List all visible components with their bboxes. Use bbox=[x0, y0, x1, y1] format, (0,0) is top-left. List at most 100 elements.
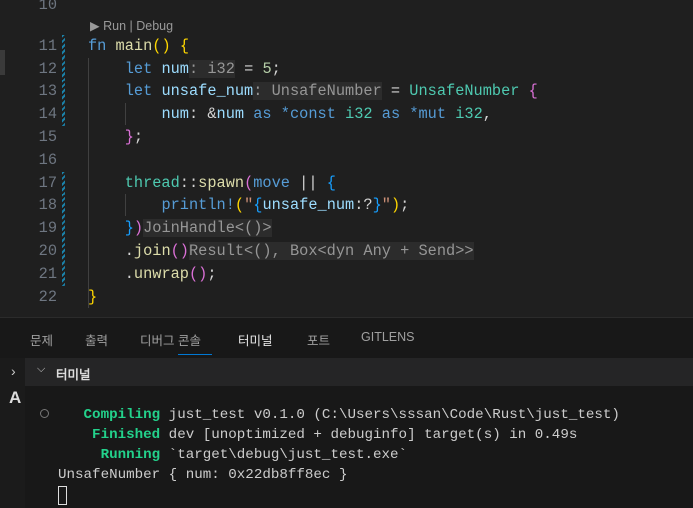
code-line[interactable]: 20 .join()Result<(), Box<dyn Any + Send>… bbox=[0, 240, 693, 263]
code-text: } bbox=[88, 286, 97, 309]
code-text: num: &num as *const i32 as *mut i32, bbox=[88, 103, 492, 126]
line-number: 20 bbox=[38, 242, 57, 260]
code-text: })JoinHandle<()> bbox=[88, 217, 272, 240]
code-line[interactable]: 17 thread::spawn(move || { bbox=[0, 172, 693, 195]
line-number: 13 bbox=[38, 82, 57, 100]
terminal-text: just_test v0.1.0 (C:\Users\sssan\Code\Ru… bbox=[160, 407, 620, 423]
code-line[interactable]: 14 num: &num as *const i32 as *mut i32, bbox=[0, 103, 693, 126]
bottom-panel: 문제 출력 디버그 콘솔 터미널 포트 GITLENS › A ⌵ 터미널 Compili… bbox=[0, 317, 693, 508]
code-token: *const bbox=[280, 105, 346, 123]
code-token: { bbox=[326, 174, 336, 192]
panel-tab[interactable]: GITLENS bbox=[361, 330, 415, 344]
azure-icon[interactable]: A bbox=[9, 388, 21, 408]
code-token: i32 bbox=[345, 105, 373, 123]
codelens-separator: | bbox=[126, 19, 137, 33]
line-number: 12 bbox=[38, 60, 57, 78]
code-line[interactable]: 15 }; bbox=[0, 126, 693, 149]
modified-gutter-marker bbox=[62, 217, 65, 240]
code-token: } bbox=[88, 288, 98, 306]
code-line[interactable]: 11 fn main() { bbox=[0, 35, 693, 58]
code-token: 5 bbox=[262, 60, 272, 78]
terminal-line: UnsafeNumber { num: 0x22db8ff8ec } bbox=[58, 465, 347, 485]
codelens-debug[interactable]: Debug bbox=[136, 19, 173, 33]
code-token: move bbox=[253, 174, 300, 192]
panel-tab[interactable]: 터미널 bbox=[238, 330, 273, 349]
modified-gutter-marker bbox=[62, 35, 65, 58]
code-token: ; bbox=[400, 196, 410, 214]
terminal-text: `target\debug\just_test.exe` bbox=[160, 447, 408, 463]
code-token: ( bbox=[234, 196, 245, 214]
terminal-output[interactable]: Compiling just_test v0.1.0 (C:\Users\sss… bbox=[25, 386, 693, 508]
code-text: let num: i32 = 5; bbox=[88, 58, 281, 81]
line-number: 19 bbox=[38, 219, 57, 237]
code-token: } bbox=[372, 196, 382, 214]
code-line[interactable]: 22} bbox=[0, 286, 693, 309]
terminal-text: UnsafeNumber { num: 0x22db8ff8ec } bbox=[58, 467, 348, 483]
inlay-type-hint: JoinHandle<()> bbox=[143, 219, 272, 237]
active-tab-indicator bbox=[178, 354, 212, 355]
chevron-down-icon[interactable]: ⌵ bbox=[37, 363, 45, 376]
code-editor[interactable]: ▶ Run | Debug 10 11 fn main() {12 let num:… bbox=[0, 0, 693, 317]
modified-gutter-marker bbox=[62, 194, 65, 217]
terminal-header-title: 터미널 bbox=[56, 368, 91, 382]
code-token: spawn bbox=[198, 174, 245, 192]
code-line[interactable]: 16 bbox=[0, 149, 693, 172]
line-number: 17 bbox=[38, 174, 57, 192]
code-line[interactable]: 12 let num: i32 = 5; bbox=[0, 58, 693, 81]
code-line[interactable]: 18 println!("{unsafe_num:?}"); bbox=[0, 194, 693, 217]
code-line[interactable]: 19 })JoinHandle<()> bbox=[0, 217, 693, 240]
code-text: thread::spawn(move || { bbox=[88, 172, 336, 195]
terminal-side-strip: › A bbox=[0, 358, 25, 508]
command-status-icon bbox=[40, 409, 49, 418]
line-number: 11 bbox=[38, 37, 57, 55]
line-number: 14 bbox=[38, 105, 57, 123]
terminal-line: Finished dev [unoptimized + debuginfo] t… bbox=[58, 425, 577, 445]
code-token: : & bbox=[188, 105, 217, 123]
panel-tab[interactable]: 디버그 콘솔 bbox=[140, 330, 201, 349]
inlay-type-hint: : UnsafeNumber bbox=[253, 82, 382, 100]
codelens: ▶ Run | Debug bbox=[90, 18, 173, 33]
terminal-status-label: Finished bbox=[58, 427, 161, 443]
code-line[interactable]: 10 bbox=[0, 0, 693, 17]
code-token: num bbox=[161, 60, 189, 78]
code-line[interactable]: 13 let unsafe_num: UnsafeNumber = Unsafe… bbox=[0, 80, 693, 103]
code-token: ; bbox=[207, 265, 217, 283]
code-token: = bbox=[234, 60, 263, 78]
code-token: num bbox=[161, 105, 189, 123]
panel-tab[interactable]: 문제 bbox=[30, 330, 53, 349]
code-token: main bbox=[115, 37, 153, 55]
code-token: } bbox=[124, 128, 134, 146]
codelens-run[interactable]: Run bbox=[103, 19, 126, 33]
code-token: ( bbox=[244, 174, 254, 192]
terminal-status-label: Compiling bbox=[58, 407, 161, 423]
code-text: let unsafe_num: UnsafeNumber = UnsafeNum… bbox=[88, 80, 538, 103]
code-token: ) bbox=[133, 219, 144, 237]
indent-guide bbox=[125, 194, 126, 216]
line-number: 10 bbox=[38, 0, 57, 14]
code-token: . bbox=[88, 265, 134, 283]
code-text: }; bbox=[88, 126, 143, 149]
code-token: () bbox=[188, 265, 208, 283]
panel-tab[interactable]: 포트 bbox=[307, 330, 330, 349]
chevron-right-icon[interactable]: › bbox=[11, 363, 16, 379]
code-token: unsafe_num bbox=[262, 196, 355, 214]
panel-tab[interactable]: 출력 bbox=[85, 330, 108, 349]
code-token: ) bbox=[390, 196, 401, 214]
inlay-type-hint: Result<(), Box<dyn Any + Send>> bbox=[188, 242, 474, 260]
run-icon: ▶ bbox=[90, 19, 104, 33]
code-token: num bbox=[216, 105, 245, 123]
modified-gutter-marker bbox=[62, 80, 65, 103]
modified-gutter-marker bbox=[62, 103, 65, 126]
code-token: } bbox=[124, 219, 134, 237]
code-token: :? bbox=[354, 196, 373, 214]
code-text: fn main() { bbox=[88, 35, 189, 58]
code-line[interactable]: 21 .unwrap(); bbox=[0, 263, 693, 286]
line-number: 21 bbox=[38, 265, 57, 283]
indent-guide bbox=[125, 103, 126, 125]
terminal-header[interactable]: ⌵ 터미널 bbox=[25, 358, 693, 386]
terminal-cursor bbox=[58, 486, 67, 505]
